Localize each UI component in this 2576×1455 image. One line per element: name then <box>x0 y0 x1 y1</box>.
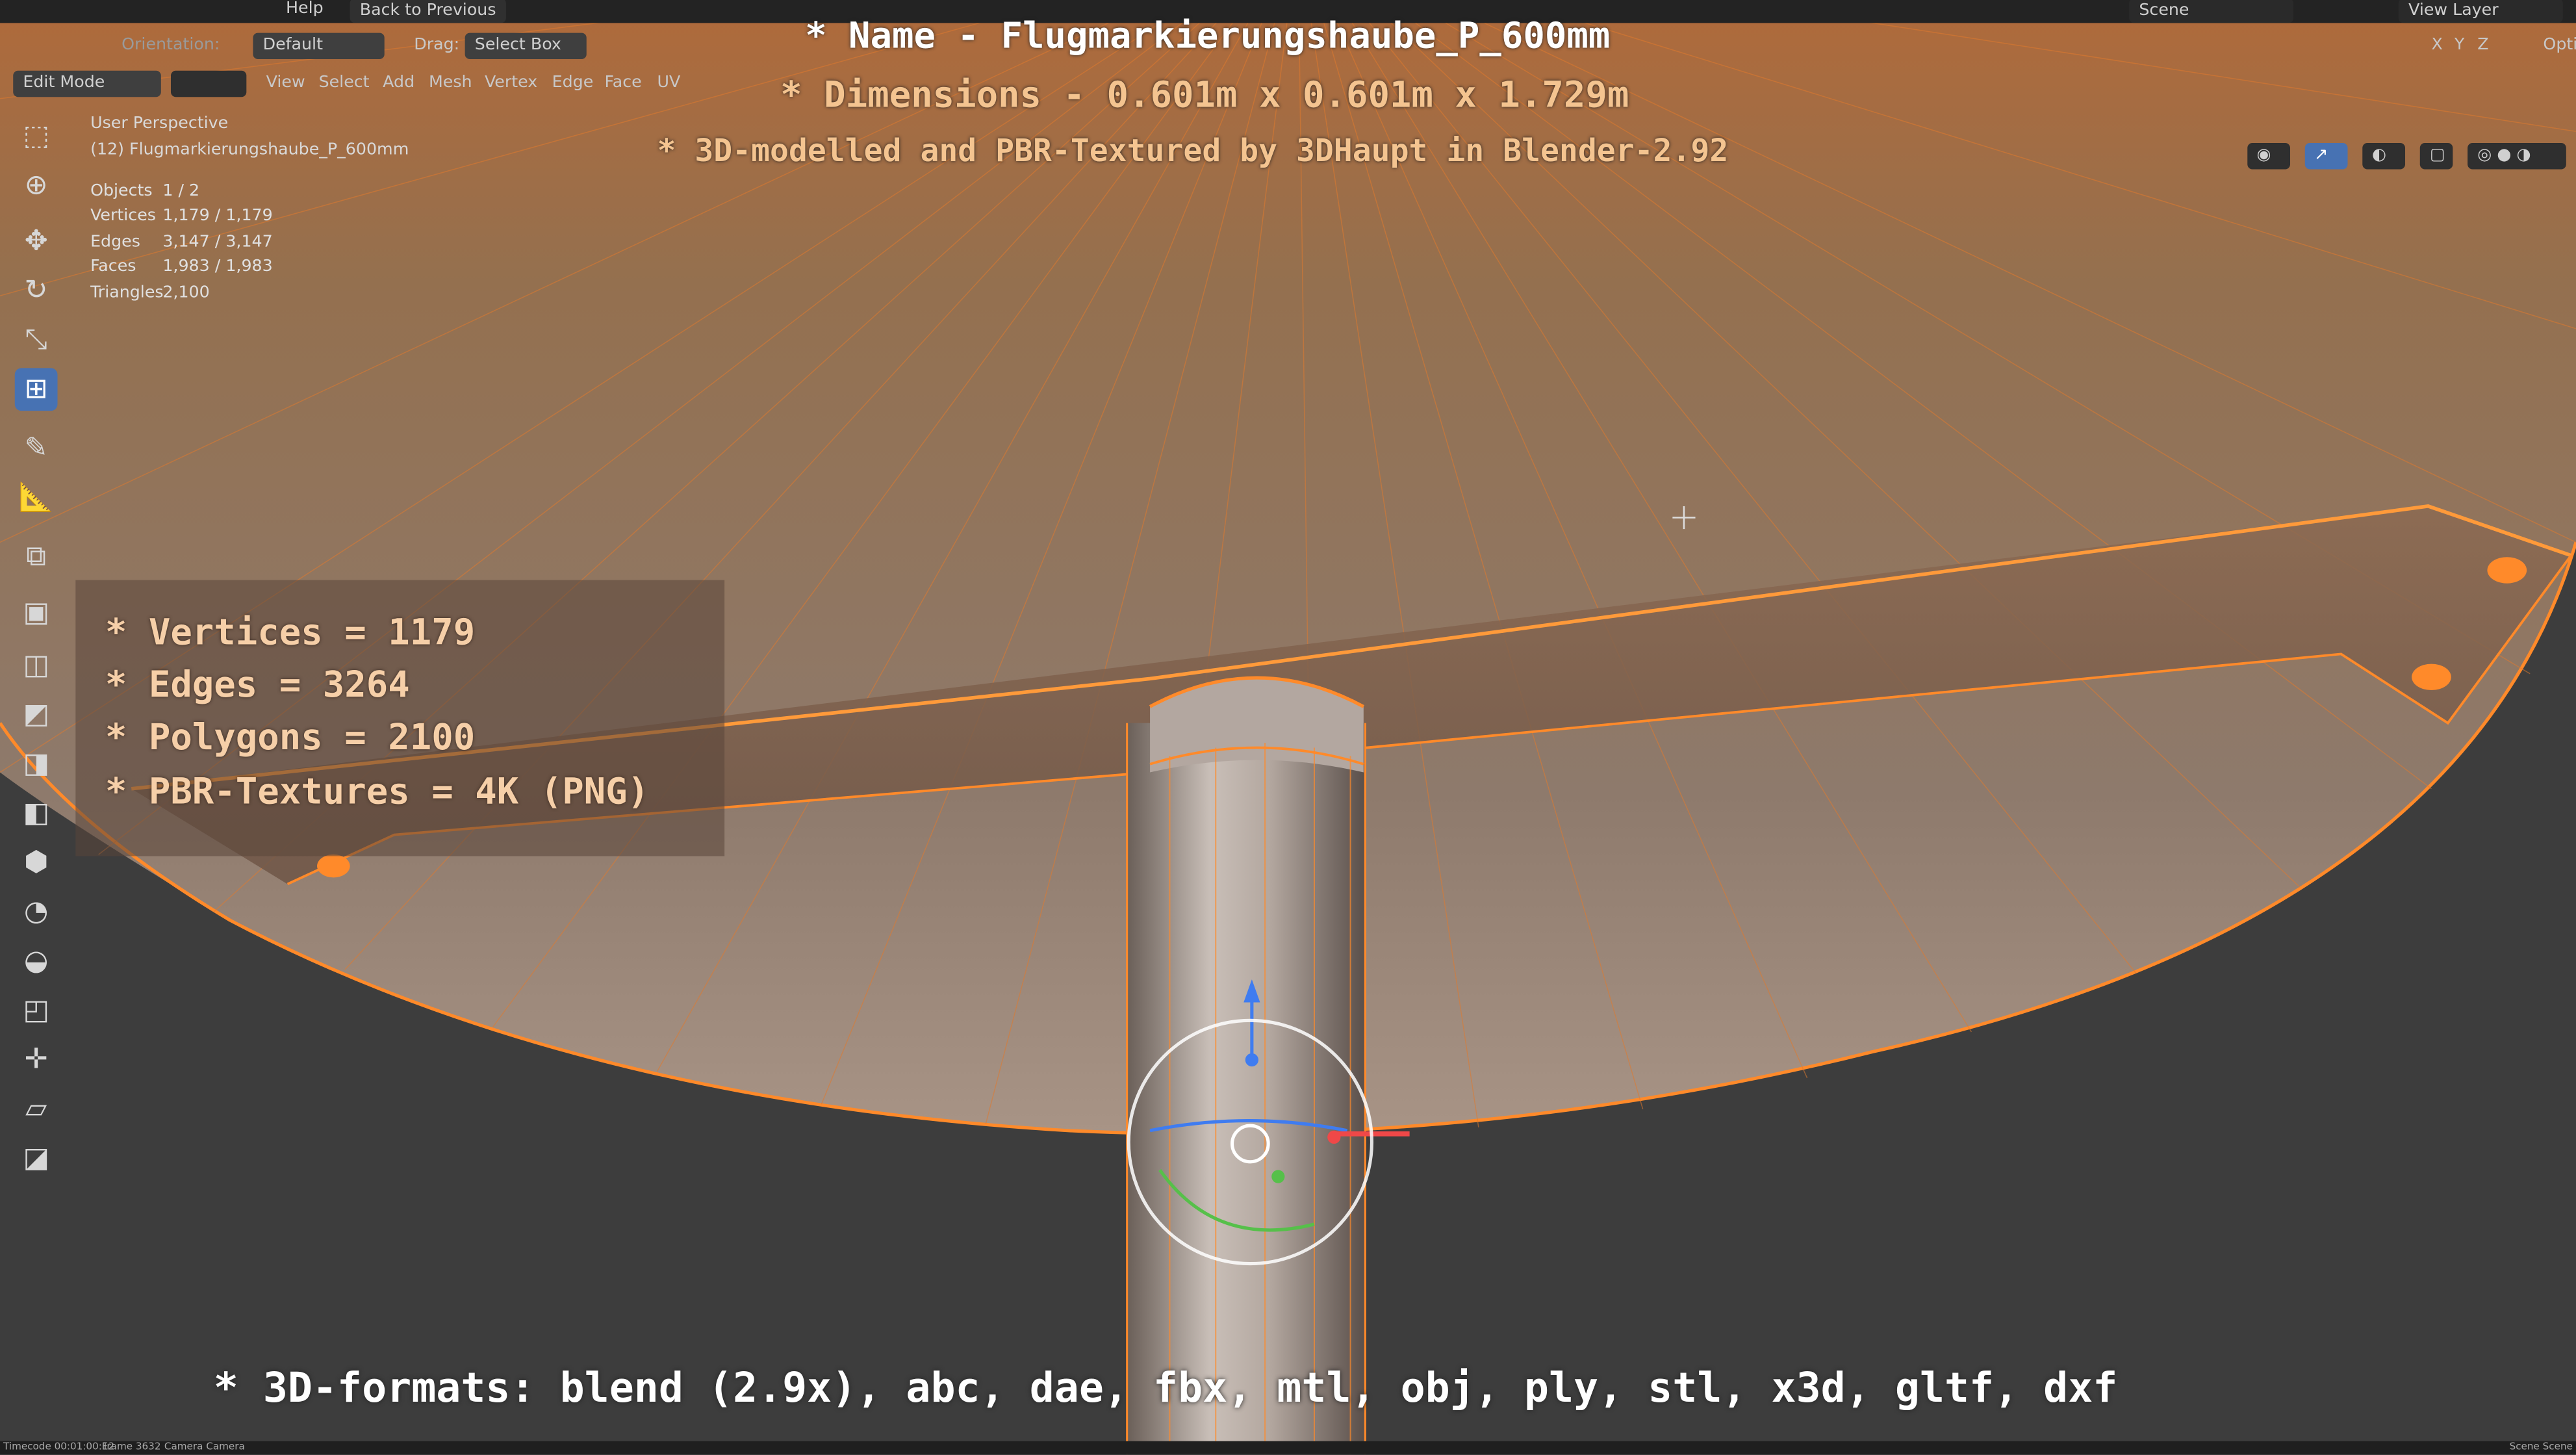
camera-label: Camera Camera <box>164 1441 245 1453</box>
view-layer-label: View Layer <box>2408 1 2499 20</box>
gizmo-center[interactable] <box>1230 1124 1270 1164</box>
active-object-label: (12) Flugmarkierungshaube_P_600mm <box>90 141 409 160</box>
mesh-menu[interactable]: Mesh <box>429 74 472 92</box>
annotate-icon[interactable]: ✎ <box>15 427 58 470</box>
vertex-menu[interactable]: Vertex <box>485 74 537 92</box>
drag-value: Select Box <box>474 36 561 55</box>
transform-icon[interactable]: ⊞ <box>14 368 58 411</box>
edge-slide-icon[interactable]: ◰ <box>15 989 58 1032</box>
scene-selector[interactable]: Scene <box>2129 0 2294 23</box>
shrink-icon[interactable]: ✛ <box>15 1038 58 1081</box>
select-box-icon[interactable]: ⬚ <box>15 115 58 158</box>
gizmo-toggle-icon[interactable]: ↗ <box>2304 142 2347 170</box>
stat-faces: Faces 1,983 / 1,983 <box>90 258 273 276</box>
spin-icon[interactable]: ◔ <box>15 891 58 934</box>
orientation-label: Orientation: <box>121 36 220 55</box>
stat-label: Objects <box>90 182 153 201</box>
stat-objects: Objects 1 / 2 <box>90 182 199 201</box>
mode-value: Edit Mode <box>23 73 105 92</box>
stat-value: 1,179 / 1,179 <box>162 207 273 225</box>
textures-caption: * PBR-Textures = 4K (PNG) <box>105 772 650 814</box>
perspective-label: User Perspective <box>90 115 229 133</box>
visibility-icon[interactable]: ◉ <box>2247 142 2290 170</box>
shading-mode-icon[interactable]: ◎ ● ◑ <box>2468 142 2566 170</box>
rip-icon[interactable]: ◪ <box>15 1137 58 1180</box>
knife-icon[interactable]: ◧ <box>15 792 58 835</box>
frame-label: Frame 3632 <box>101 1441 161 1453</box>
cursor-icon[interactable]: ⊕ <box>15 164 58 207</box>
face-menu[interactable]: Face <box>605 74 642 92</box>
edge-menu[interactable]: Edge <box>552 74 594 92</box>
polygons-caption: * Polygons = 2100 <box>105 718 476 760</box>
overlay-toggle-icon[interactable]: ◐ <box>2362 142 2405 170</box>
stat-value: 2,100 <box>162 284 210 303</box>
view-layer-selector[interactable]: View Layer <box>2398 0 2563 23</box>
3d-cursor-icon <box>1672 506 1696 530</box>
select-menu[interactable]: Select <box>319 74 370 92</box>
stat-value: 1,983 / 1,983 <box>162 258 273 276</box>
viewport-shading-controls: ◉ ↗ ◐ ▢ ◎ ● ◑ <box>2240 135 2566 170</box>
edges-caption: * Edges = 3264 <box>105 665 410 707</box>
inset-icon[interactable]: ◫ <box>15 644 58 687</box>
view-menu[interactable]: View <box>266 74 305 92</box>
stat-value: 3,147 / 3,147 <box>162 233 273 251</box>
select-mode-buttons[interactable] <box>170 70 247 97</box>
rotate-icon[interactable]: ↻ <box>15 270 58 313</box>
dimensions-caption: * Dimensions - 0.601m x 0.601m x 1.729m <box>780 75 1629 117</box>
credit-caption: * 3D-modelled and PBR-Textured by 3DHaup… <box>657 133 1729 170</box>
extrude-icon[interactable]: ▣ <box>15 591 58 634</box>
vertices-caption: * Vertices = 1179 <box>105 613 476 654</box>
loop-cut-icon[interactable]: ◨ <box>15 743 58 786</box>
stat-label: Triangles <box>90 284 164 303</box>
options-menu[interactable]: Opti <box>2543 36 2576 55</box>
stat-label: Vertices <box>90 207 156 225</box>
3d-viewport[interactable]: Help Back to Previous Scene View Layer O… <box>0 0 2576 1454</box>
toolbar: ⬚ ⊕ ✥ ↻ ⤡ ⊞ ✎ 📐 ⧉ ▣ ◫ ◩ ◨ ◧ ⬢ ◔ ◒ ◰ ✛ ▱ … <box>8 112 64 1246</box>
drag-label: Drag: <box>414 36 460 55</box>
axis-z-toggle[interactable]: Z <box>2477 36 2488 55</box>
back-to-previous-label: Back to Previous <box>359 1 496 20</box>
measure-icon[interactable]: 📐 <box>15 476 58 519</box>
stat-triangles: Triangles 2,100 <box>90 284 210 303</box>
axis-x-toggle[interactable]: X <box>2431 36 2442 55</box>
drag-dropdown[interactable]: Select Box <box>465 32 587 60</box>
xray-toggle-icon[interactable]: ▢ <box>2419 142 2453 170</box>
pivot-dropdown[interactable]: Default <box>253 32 385 60</box>
timecode-label: Timecode 00:01:00:12 <box>3 1441 115 1453</box>
scene-label: Scene <box>2139 1 2189 20</box>
scale-icon[interactable]: ⤡ <box>15 319 58 362</box>
status-bar: Timecode 00:01:00:12 Frame 3632 Camera C… <box>0 1441 2576 1454</box>
stat-label: Edges <box>90 233 140 251</box>
pivot-value: Default <box>262 36 324 55</box>
mesh-stats-overlay: * Vertices = 1179 * Edges = 3264 * Polyg… <box>75 580 725 856</box>
help-menu[interactable]: Help <box>286 0 324 18</box>
name-caption: * Name - Flugmarkierungshaube_P_600mm <box>805 16 1611 58</box>
axis-y-toggle[interactable]: Y <box>2455 36 2464 55</box>
mode-dropdown[interactable]: Edit Mode <box>13 70 161 97</box>
back-to-previous-button[interactable]: Back to Previous <box>350 0 506 23</box>
stat-label: Faces <box>90 258 136 276</box>
stat-value: 1 / 2 <box>162 182 200 201</box>
add-menu[interactable]: Add <box>383 74 414 92</box>
formats-caption: * 3D-formats: blend (2.9x), abc, dae, fb… <box>213 1363 2118 1412</box>
stat-edges: Edges 3,147 / 3,147 <box>90 233 273 251</box>
smooth-icon[interactable]: ◒ <box>15 940 58 983</box>
add-cube-icon[interactable]: ⧉ <box>15 535 58 578</box>
stat-vertices: Vertices 1,179 / 1,179 <box>90 207 273 225</box>
shear-icon[interactable]: ▱ <box>15 1088 58 1131</box>
bevel-icon[interactable]: ◩ <box>15 693 58 736</box>
uv-menu[interactable]: UV <box>657 74 680 92</box>
poly-build-icon[interactable]: ⬢ <box>15 842 58 884</box>
move-icon[interactable]: ✥ <box>15 220 58 263</box>
scene-status-label: Scene Scene <box>2509 1441 2573 1453</box>
